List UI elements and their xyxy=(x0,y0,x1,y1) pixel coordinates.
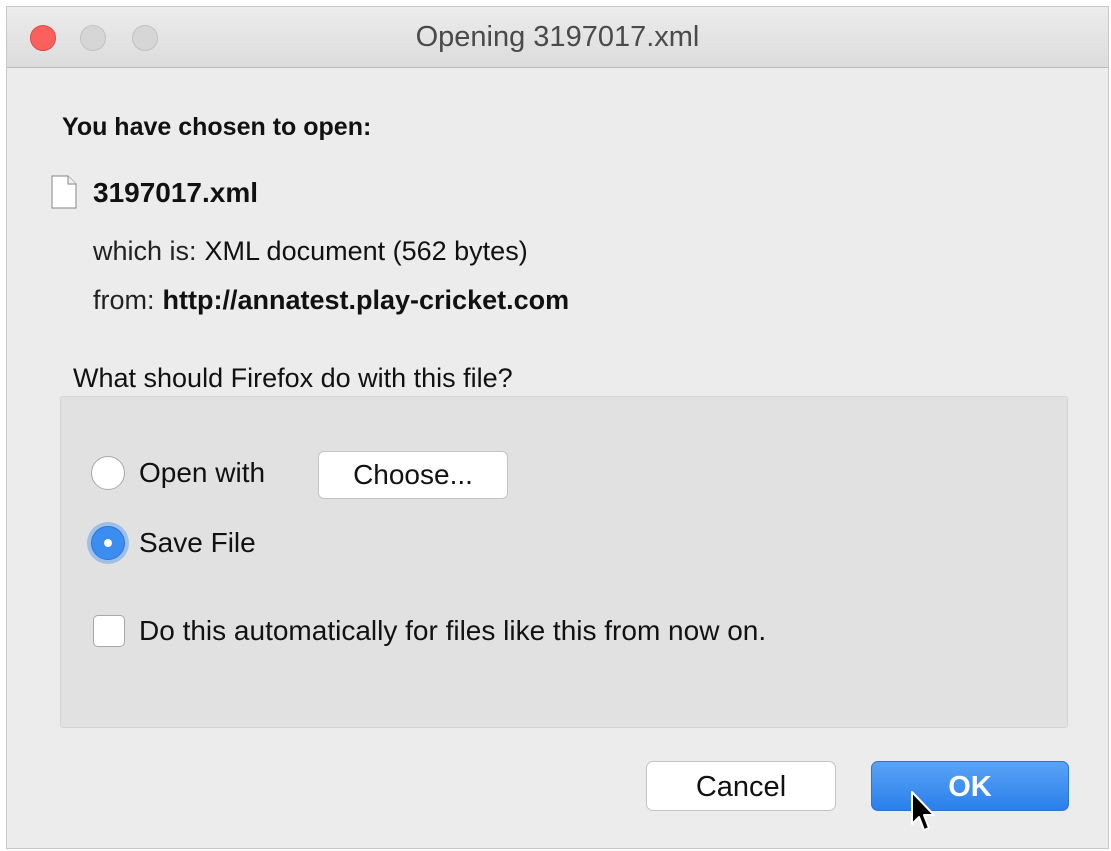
file-source-row: from: http://annatest.play-cricket.com xyxy=(93,285,569,316)
file-action-options: Open with Choose... Save File Do this au… xyxy=(60,396,1068,728)
file-type-row: which is: XML document (562 bytes) xyxy=(93,236,528,267)
from-label: from: xyxy=(93,285,155,315)
document-icon xyxy=(51,175,77,209)
dialog-heading: You have chosen to open: xyxy=(62,113,372,141)
file-type-value: XML document (562 bytes) xyxy=(204,236,528,266)
save-file-label[interactable]: Save File xyxy=(139,527,256,559)
open-with-radio[interactable] xyxy=(91,456,125,490)
open-with-label[interactable]: Open with xyxy=(139,457,265,489)
auto-action-checkbox[interactable] xyxy=(93,615,125,647)
which-is-label: which is: xyxy=(93,236,197,266)
file-source-url: http://annatest.play-cricket.com xyxy=(162,285,570,315)
file-name: 3197017.xml xyxy=(93,177,259,208)
ok-button[interactable]: OK xyxy=(871,761,1069,811)
title-bar[interactable]: Opening 3197017.xml xyxy=(7,7,1108,68)
mouse-pointer-icon xyxy=(911,791,935,831)
auto-action-label[interactable]: Do this automatically for files like thi… xyxy=(139,615,766,647)
cancel-button[interactable]: Cancel xyxy=(646,761,836,811)
choose-application-button[interactable]: Choose... xyxy=(318,451,508,499)
save-file-radio[interactable] xyxy=(91,526,125,560)
download-dialog-window: Opening 3197017.xml You have chosen to o… xyxy=(6,6,1109,849)
action-question: What should Firefox do with this file? xyxy=(73,363,513,393)
window-title: Opening 3197017.xml xyxy=(415,21,700,53)
